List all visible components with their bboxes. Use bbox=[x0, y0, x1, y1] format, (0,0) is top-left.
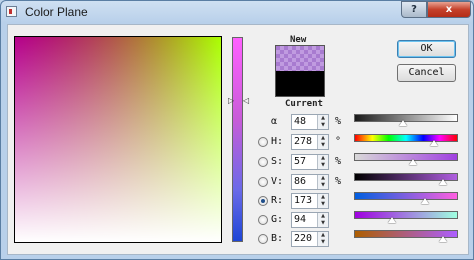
spinbox-blue[interactable]: 220 ▲ ▼ bbox=[291, 231, 329, 247]
unit-val: % bbox=[335, 176, 342, 187]
radio-hue[interactable] bbox=[258, 137, 268, 147]
label-val: V: bbox=[271, 176, 284, 187]
unit-sat: % bbox=[335, 156, 342, 167]
spinbox-red[interactable]: 173 ▲ ▼ bbox=[291, 193, 329, 209]
color-plane-white-layer bbox=[15, 37, 221, 242]
current-color-swatch bbox=[276, 71, 324, 96]
slider-right-arrow-icon[interactable]: ◁ bbox=[243, 97, 249, 105]
slider-red[interactable] bbox=[354, 192, 458, 200]
spin-down-icon[interactable]: ▼ bbox=[318, 122, 328, 129]
label-green: G: bbox=[271, 214, 284, 225]
spin-down-icon[interactable]: ▼ bbox=[318, 162, 328, 169]
spin-buttons[interactable]: ▲ ▼ bbox=[317, 155, 328, 169]
spinbox-value-sat[interactable]: 57 bbox=[294, 156, 306, 167]
spin-down-icon[interactable]: ▼ bbox=[318, 239, 328, 246]
spinbox-hue[interactable]: 278 ▲ ▼ bbox=[291, 134, 329, 150]
spin-up-icon[interactable]: ▲ bbox=[318, 135, 328, 142]
spinbox-value-hue[interactable]: 278 bbox=[294, 136, 312, 147]
color-plane[interactable] bbox=[14, 36, 222, 243]
spin-buttons[interactable]: ▲ ▼ bbox=[317, 135, 328, 149]
spin-up-icon[interactable]: ▲ bbox=[318, 115, 328, 122]
slider-hue[interactable] bbox=[354, 134, 458, 142]
spinbox-val[interactable]: 86 ▲ ▼ bbox=[291, 174, 329, 190]
spin-buttons[interactable]: ▲ ▼ bbox=[317, 175, 328, 189]
slider-handle-red[interactable] bbox=[421, 198, 429, 204]
vertical-color-slider[interactable] bbox=[232, 37, 243, 242]
current-color-label: Current bbox=[285, 99, 323, 109]
spin-up-icon[interactable]: ▲ bbox=[318, 175, 328, 182]
spinbox-green[interactable]: 94 ▲ ▼ bbox=[291, 212, 329, 228]
spin-down-icon[interactable]: ▼ bbox=[318, 220, 328, 227]
spinbox-sat[interactable]: 57 ▲ ▼ bbox=[291, 154, 329, 170]
spin-buttons[interactable]: ▲ ▼ bbox=[317, 194, 328, 208]
new-color-swatch bbox=[276, 46, 324, 71]
spinbox-value-alpha[interactable]: 48 bbox=[294, 116, 306, 127]
label-blue: B: bbox=[271, 233, 284, 244]
spin-up-icon[interactable]: ▲ bbox=[318, 232, 328, 239]
spin-up-icon[interactable]: ▲ bbox=[318, 213, 328, 220]
spin-buttons[interactable]: ▲ ▼ bbox=[317, 232, 328, 246]
slider-left-arrow-icon[interactable]: ▷ bbox=[228, 97, 234, 105]
app-icon bbox=[6, 6, 17, 17]
slider-sat[interactable] bbox=[354, 153, 458, 161]
spin-up-icon[interactable]: ▲ bbox=[318, 155, 328, 162]
spinbox-value-red[interactable]: 173 bbox=[294, 195, 312, 206]
unit-hue: ° bbox=[335, 136, 342, 147]
title-bar: Color Plane ? x bbox=[1, 1, 474, 23]
spin-down-icon[interactable]: ▼ bbox=[318, 182, 328, 189]
spinbox-value-blue[interactable]: 220 bbox=[294, 233, 312, 244]
radio-green[interactable] bbox=[258, 215, 268, 225]
slider-green[interactable] bbox=[354, 211, 458, 219]
spin-up-icon[interactable]: ▲ bbox=[318, 194, 328, 201]
slider-handle-blue[interactable] bbox=[439, 236, 447, 242]
label-red: R: bbox=[271, 195, 284, 206]
spinbox-value-val[interactable]: 86 bbox=[294, 176, 306, 187]
close-button[interactable]: x bbox=[427, 1, 471, 18]
color-plane-dialog: Color Plane ? x ▷ ◁ New Current OK Cance… bbox=[0, 0, 474, 260]
radio-sat[interactable] bbox=[258, 157, 268, 167]
color-swatch bbox=[275, 45, 325, 97]
spinbox-value-green[interactable]: 94 bbox=[294, 214, 306, 225]
spin-buttons[interactable]: ▲ ▼ bbox=[317, 115, 328, 129]
spin-down-icon[interactable]: ▼ bbox=[318, 201, 328, 208]
spin-down-icon[interactable]: ▼ bbox=[318, 142, 328, 149]
slider-handle-hue[interactable] bbox=[430, 140, 438, 146]
label-hue: H: bbox=[271, 136, 284, 147]
slider-handle-alpha[interactable] bbox=[399, 120, 407, 126]
spinbox-alpha[interactable]: 48 ▲ ▼ bbox=[291, 114, 329, 130]
label-alpha: α bbox=[271, 116, 278, 127]
slider-handle-green[interactable] bbox=[388, 217, 396, 223]
unit-alpha: % bbox=[335, 116, 342, 127]
label-sat: S: bbox=[271, 156, 284, 167]
help-button[interactable]: ? bbox=[401, 1, 427, 18]
radio-red[interactable] bbox=[258, 196, 268, 206]
radio-val[interactable] bbox=[258, 177, 268, 187]
window-title: Color Plane bbox=[25, 5, 88, 19]
radio-blue[interactable] bbox=[258, 234, 268, 244]
slider-handle-val[interactable] bbox=[439, 179, 447, 185]
ok-button[interactable]: OK bbox=[397, 40, 456, 58]
cancel-button[interactable]: Cancel bbox=[397, 64, 456, 82]
new-color-label: New bbox=[290, 35, 307, 45]
slider-handle-sat[interactable] bbox=[409, 159, 417, 165]
spin-buttons[interactable]: ▲ ▼ bbox=[317, 213, 328, 227]
color-plane-cursor[interactable] bbox=[100, 242, 110, 243]
